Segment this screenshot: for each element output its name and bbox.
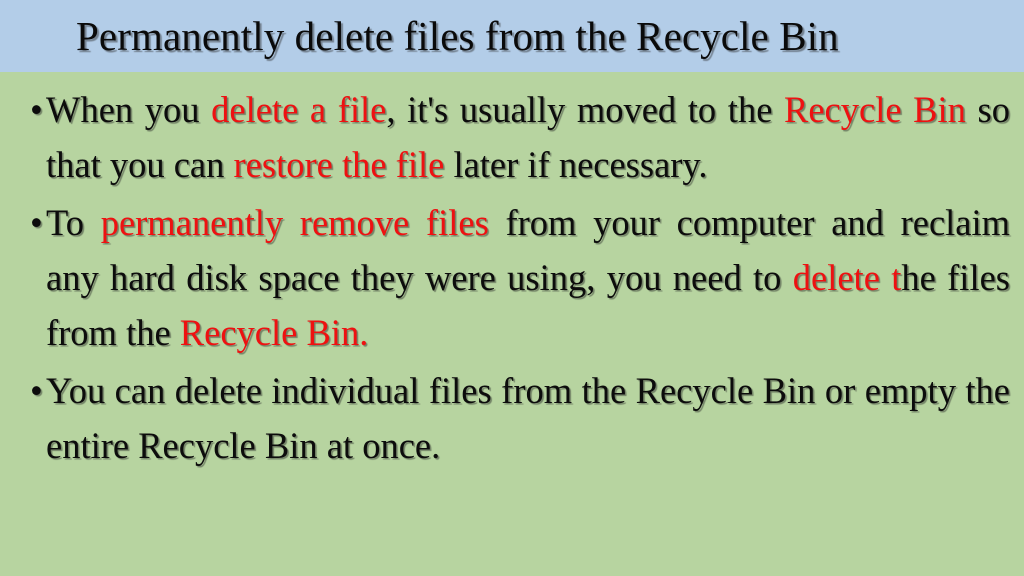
bullet-item-3: You can delete individual files from the… bbox=[0, 363, 1024, 473]
title-banner: Permanently delete files from the Recycl… bbox=[0, 0, 1024, 72]
bullet-item-1: When you delete a file, it's usually mov… bbox=[0, 82, 1024, 192]
slide-body: When you delete a file, it's usually mov… bbox=[0, 72, 1024, 576]
bullet-1-segment-2: , it's usually moved to the bbox=[386, 89, 785, 130]
bullet-1-segment-6: later if necessary. bbox=[444, 144, 708, 185]
bullet-1-segment-0: When you bbox=[46, 89, 212, 130]
bullet-1-highlight-delete-a-file: delete a file bbox=[211, 89, 387, 130]
bullet-2-highlight-permanently-remove-files: permanently remove files bbox=[100, 202, 489, 243]
bullet-3-segment-0: You can delete individual files from the… bbox=[46, 370, 1010, 466]
page-title: Permanently delete files from the Recycl… bbox=[76, 13, 839, 59]
slide: Permanently delete files from the Recycl… bbox=[0, 0, 1024, 576]
bullet-1-highlight-recycle-bin: Recycle Bin bbox=[784, 89, 966, 130]
bullet-2-segment-0: To bbox=[46, 202, 101, 243]
bullet-item-2: To permanently remove files from your co… bbox=[0, 195, 1024, 360]
bullet-1-highlight-restore-the-file: restore the file bbox=[233, 144, 445, 185]
bullet-2-highlight-delete: delete t bbox=[792, 257, 902, 298]
bullet-2-highlight-recycle-bin: Recycle Bin. bbox=[179, 312, 369, 353]
